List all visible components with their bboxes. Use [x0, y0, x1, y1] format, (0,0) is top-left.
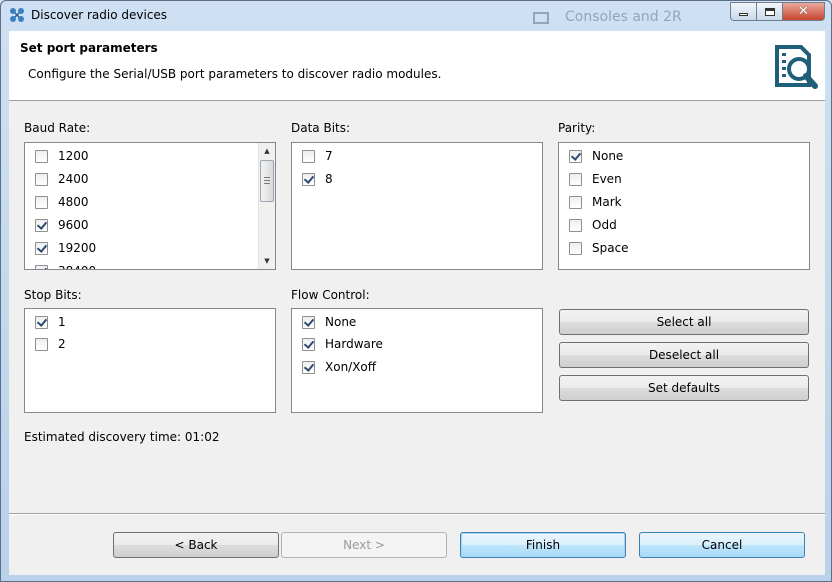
set-defaults-button[interactable]: Set defaults [559, 375, 809, 401]
baud-rate-item-19200[interactable]: 19200 [35, 239, 96, 257]
stop-bits-item-1[interactable]: 1 [35, 313, 66, 331]
flow-control-item-hardware[interactable]: Hardware [302, 335, 383, 353]
close-button[interactable]: ✕ [782, 2, 825, 21]
close-icon: ✕ [798, 4, 809, 19]
item-label: Odd [592, 218, 617, 232]
checkbox[interactable] [35, 264, 48, 269]
page-description: Configure the Serial/USB port parameters… [28, 67, 442, 81]
minimize-button[interactable] [730, 2, 756, 21]
radio-search-icon [775, 45, 818, 89]
title-bar[interactable]: Discover radio devices Consoles and 2R ✕ [1, 1, 831, 31]
stop-bits-label: Stop Bits: [24, 288, 82, 302]
checkbox[interactable] [35, 149, 48, 163]
item-label: 38400 [58, 264, 96, 269]
deselect-all-button[interactable]: Deselect all [559, 342, 809, 368]
checkbox[interactable] [302, 360, 315, 374]
select-all-button[interactable]: Select all [559, 309, 809, 335]
scroll-thumb[interactable] [260, 160, 274, 202]
page-title: Set port parameters [20, 41, 158, 55]
checkbox[interactable] [35, 315, 48, 329]
stop-bits-list[interactable]: 1 2 [24, 308, 276, 413]
item-label: None [592, 149, 624, 163]
item-label: Space [592, 241, 629, 255]
wizard-header: Set port parameters Configure the Serial… [9, 31, 825, 101]
checkbox[interactable] [35, 172, 48, 186]
finish-button[interactable]: Finish [460, 532, 626, 558]
window-frame: Discover radio devices Consoles and 2R ✕… [0, 0, 832, 582]
window-controls: ✕ [730, 2, 825, 22]
parity-label: Parity: [558, 121, 596, 135]
window-title: Discover radio devices [31, 8, 168, 22]
data-bits-item-7[interactable]: 7 [302, 147, 333, 165]
item-label: 1 [58, 315, 66, 329]
item-label: 19200 [58, 241, 97, 255]
checkbox[interactable] [569, 218, 582, 232]
parity-list[interactable]: None Even Mark Odd Space [558, 142, 810, 270]
item-label: 2400 [58, 172, 89, 186]
flow-control-item-xonxoff[interactable]: Xon/Xoff [302, 358, 376, 376]
checkbox[interactable] [35, 195, 48, 209]
back-button[interactable]: < Back [113, 532, 279, 558]
item-label: 8 [325, 172, 333, 186]
checkbox[interactable] [35, 218, 48, 232]
scroll-down-icon[interactable]: ▼ [259, 253, 275, 269]
checkbox[interactable] [302, 315, 315, 329]
item-label: 4800 [58, 195, 89, 209]
maximize-button[interactable] [756, 2, 782, 21]
parity-item-odd[interactable]: Odd [569, 216, 617, 234]
item-label: Xon/Xoff [325, 360, 377, 374]
cancel-button[interactable]: Cancel [639, 532, 805, 558]
item-label: 2 [58, 337, 66, 351]
item-label: Mark [592, 195, 622, 209]
checkbox[interactable] [569, 172, 582, 186]
baud-rate-label: Baud Rate: [24, 121, 91, 135]
parity-item-mark[interactable]: Mark [569, 193, 622, 211]
item-label: Even [592, 172, 622, 186]
parity-item-space[interactable]: Space [569, 239, 629, 257]
checkbox[interactable] [569, 195, 582, 209]
minimize-icon [739, 13, 748, 16]
flow-control-list[interactable]: None Hardware Xon/Xoff [291, 308, 543, 413]
checkbox[interactable] [35, 337, 48, 351]
baud-rate-item-1200[interactable]: 1200 [35, 147, 89, 165]
flow-control-label: Flow Control: [291, 288, 370, 302]
scroll-up-icon[interactable]: ▲ [259, 143, 275, 159]
checkbox[interactable] [569, 149, 582, 163]
dialog-client: Set port parameters Configure the Serial… [9, 31, 825, 575]
grip-icon [264, 177, 270, 184]
checkbox[interactable] [302, 172, 315, 186]
item-label: Hardware [325, 337, 383, 351]
background-window-text: Consoles and 2R [565, 9, 682, 25]
footer-separator [9, 513, 825, 515]
item-label: 9600 [58, 218, 89, 232]
data-bits-item-8[interactable]: 8 [302, 170, 333, 188]
flow-control-item-none[interactable]: None [302, 313, 356, 331]
background-window-ghost: Consoles and 2R [521, 1, 721, 31]
parity-item-even[interactable]: Even [569, 170, 622, 188]
baud-rate-item-38400[interactable]: 38400 [35, 262, 96, 269]
baud-rate-item-9600[interactable]: 9600 [35, 216, 89, 234]
estimated-discovery-time: Estimated discovery time: 01:02 [24, 430, 220, 444]
parity-item-none[interactable]: None [569, 147, 623, 165]
checkbox[interactable] [302, 149, 315, 163]
baud-rate-scrollbar[interactable]: ▲ ▼ [258, 143, 275, 269]
item-label: None [325, 315, 357, 329]
baud-rate-item-4800[interactable]: 4800 [35, 193, 89, 211]
item-label: 7 [325, 149, 333, 163]
next-button[interactable]: Next > [281, 532, 447, 558]
checkbox[interactable] [35, 241, 48, 255]
baud-rate-item-2400[interactable]: 2400 [35, 170, 89, 188]
console-icon [533, 12, 549, 24]
checkbox[interactable] [569, 241, 582, 255]
item-label: 1200 [58, 149, 89, 163]
data-bits-label: Data Bits: [291, 121, 351, 135]
network-app-icon [10, 8, 24, 22]
stop-bits-item-2[interactable]: 2 [35, 335, 66, 353]
checkbox[interactable] [302, 337, 315, 351]
data-bits-list[interactable]: 7 8 [291, 142, 543, 270]
baud-rate-list[interactable]: 1200 2400 4800 9600 19200 38400 [24, 142, 276, 270]
maximize-icon [764, 7, 775, 16]
